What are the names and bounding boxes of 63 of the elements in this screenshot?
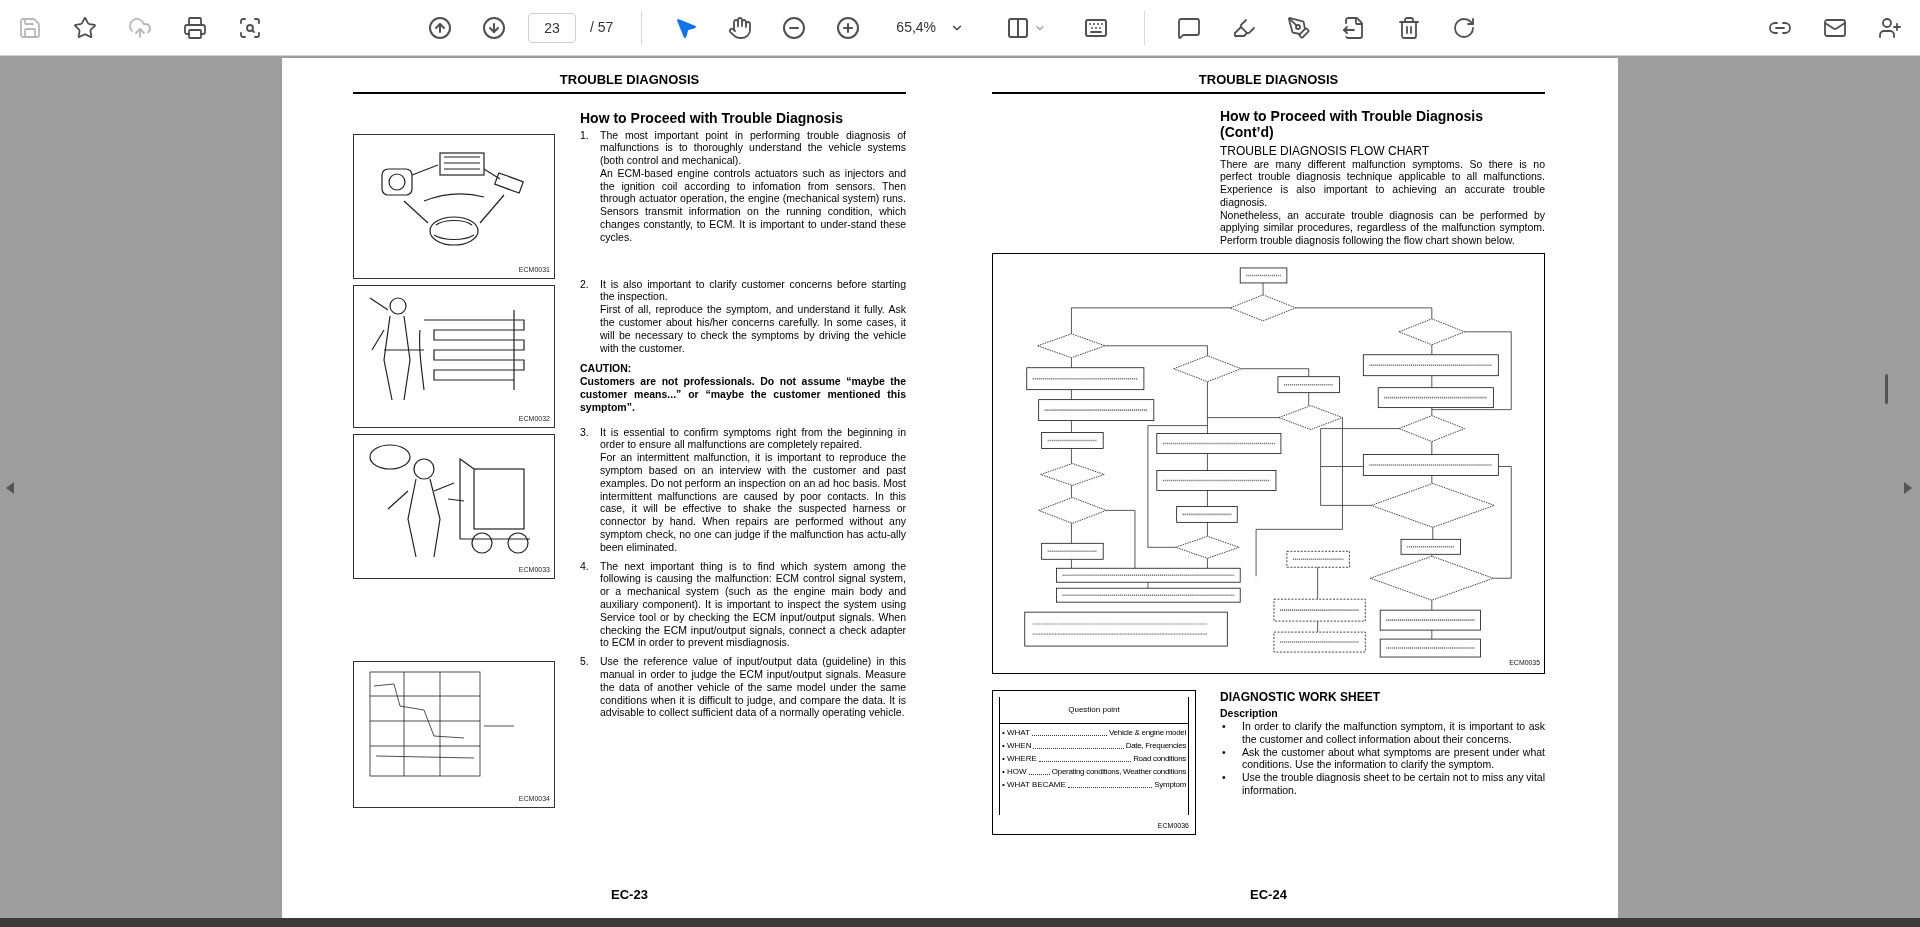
question-answer: Symptom (1154, 780, 1186, 791)
table-header: Question point (1000, 697, 1188, 725)
bullet-text: Ask the customer about what symptoms are present under what conditions. Use the information to clarify the symptom. (1242, 745, 1545, 772)
question-label: • WHERE (1002, 754, 1037, 765)
page-header: TROUBLE DIAGNOSIS (353, 70, 906, 94)
add-user-icon (1878, 15, 1902, 40)
section-subtitle: TROUBLE DIAGNOSIS FLOW CHART (1220, 143, 1431, 158)
step-text: The most important point in performing trouble diagnosis of malfunctions is to thoroughly understand the vehicle systems (both control and mechanical). (600, 128, 906, 167)
caution-label: CAUTION: (580, 362, 633, 376)
question-answer: Date, Frequencies (1125, 741, 1186, 752)
step-number: 5. (580, 655, 590, 670)
body-text: There are many different malfunction symptoms. So there is no perfect trouble diagnosis technique applicable to all malfunctions. Experience is also important to achieving an accurate trouble diagnosis. (1220, 157, 1545, 209)
star-icon (73, 15, 97, 40)
question-label: • WHAT BECAME (1002, 780, 1066, 791)
section-title: How to Proceed with Trouble Diagnosis (Cont’d) (1220, 107, 1484, 140)
step-text: An ECM-based engine controls actuators such as injectors and the ignition coil according to infomation from sensors. Then through actuator operation, the engine (mechanical system) runs. Sensors transmit information on the running condition, which changes constantly, to ECM. It is important to under-stand these cycles. (600, 166, 906, 244)
right-triangle-icon[interactable] (1904, 482, 1912, 494)
zoom-dropdown[interactable]: 65,4% (888, 12, 973, 43)
hand-icon (728, 15, 753, 40)
bullet-icon: • (1220, 745, 1242, 772)
question-label: • HOW (1002, 767, 1027, 778)
printer-icon (183, 15, 207, 40)
comment-icon (1177, 15, 1202, 40)
page-number-field[interactable]: 23 (528, 12, 576, 43)
scrollbar-thumb[interactable] (1885, 374, 1888, 404)
rotate-icon (1452, 15, 1477, 40)
step-text: For an intermittent malfunction, it is important to reproduce the symptom based on an interview with the customer and past examples. Do not perform an inspection on an ad hoc basis. Most intermittent malfunctions are caused by poor contacts. In this case, it will be effective to shake the suspected harness or connector by hand. When repairs are performed without any symptom check, no one can judge if the malfunction has actu-ally been eliminated. (600, 451, 906, 554)
step-text: First of all, reproduce the symptom, and understand it fully. Ask the customer about his/her concerns carefully. In some cases, it will be necessary to check the symptoms by driving the vehicle with the customer. (600, 303, 906, 355)
page-total: / 57 (590, 18, 614, 37)
save-icon (18, 15, 42, 40)
bullet-icon: • (1220, 771, 1242, 797)
step-number: 1. (580, 128, 590, 143)
step-number: 2. (580, 277, 590, 292)
zoom-in-icon (836, 15, 861, 40)
cloud-upload-icon (128, 15, 152, 40)
step-number: 3. (580, 425, 590, 440)
section-title: How to Proceed with Trouble Diagnosis (580, 109, 844, 127)
body-text: Nonetheless, an accurate trouble diagnosis can be performed by applying similar procedures, regardless of the malfunction symptom. Perform trouble diagnosis following the flow chart shown below. (1220, 208, 1545, 248)
bullet-text: Use the trouble diagnosis sheet to be certain not to miss any vital information. (1242, 771, 1545, 797)
question-answer: Road conditions (1133, 754, 1186, 765)
page-header: TROUBLE DIAGNOSIS (992, 70, 1545, 94)
step-text: Use the reference value of input/output data (guideline) in this manual in order to judge the ECM input/output signals. Measure the data of another vehicle of the same model under the same conditions when it is difficult to judge, and compare the data. It is advisable to collect sufficient data of a normally operating vehicle. (600, 655, 906, 720)
bullet-text: In order to clarify the malfunction symptom, it is important to ask the customer and collect information about their concerns. (1242, 720, 1545, 746)
step-text: It is also important to clarify customer concerns before starting the inspection. (600, 277, 906, 304)
section-title: DIAGNOSTIC WORK SHEET (1220, 690, 1381, 705)
search-icon (238, 15, 262, 40)
page-number: EC-24 (1249, 885, 1288, 904)
trash-icon (1397, 15, 1422, 40)
question-answer: Vehicle & engine model (1109, 728, 1186, 739)
section-subtitle: Description (1220, 707, 1279, 721)
caution-text: Customers are not professionals. Do not assume “maybe the customer means...” or “maybe the customer mentioned this symptom”. (580, 375, 906, 414)
step-text: The next important thing is to find which system among the following is causing the malfunction: ECM control signal system, or a mechanical system (such as the engine main body and auxiliary component). It is important to inspect the system using Service tool or by checking the ECM input/output signals. When checking the ECM input/output signals, connect a check adapter to ECM in order to prevent misdiagnosis. (600, 559, 906, 650)
page-number: EC-23 (610, 885, 649, 904)
step-text: It is essential to confirm symptoms right from the beginning in order to ensure all malfunctions are completely repaired. (600, 425, 906, 452)
step-number: 4. (580, 559, 590, 574)
question-answer: Operating conditions, Weather conditions (1051, 767, 1186, 778)
page-layout-icon (1006, 15, 1031, 40)
left-triangle-icon[interactable] (6, 482, 14, 494)
question-label: • WHEN (1002, 741, 1032, 752)
zoom-out-icon (782, 15, 807, 40)
bullet-icon: • (1220, 720, 1242, 746)
question-label: • WHAT (1002, 728, 1030, 739)
pen-nib-icon (1287, 15, 1312, 40)
